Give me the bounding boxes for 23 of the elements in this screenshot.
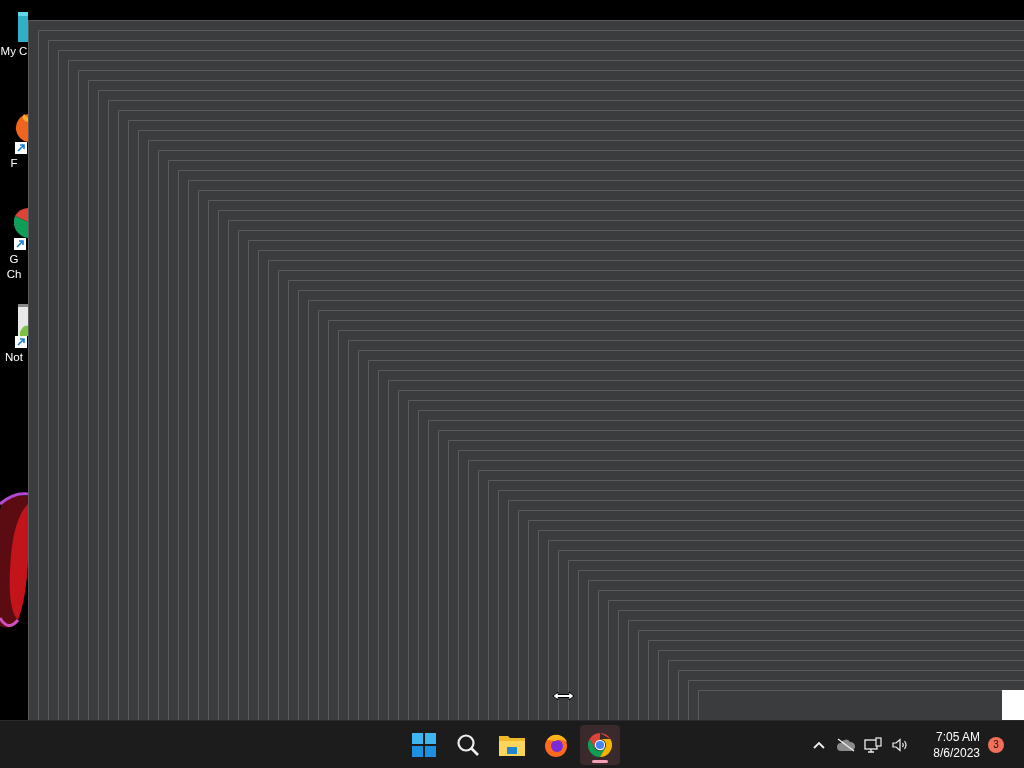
- notification-badge[interactable]: 3: [988, 736, 1004, 753]
- chevron-up-icon[interactable]: [812, 740, 825, 749]
- volume-icon[interactable]: [891, 737, 908, 752]
- chrome-shortcut-icon: [14, 206, 28, 250]
- folder-icon: [499, 733, 525, 756]
- desktop-icon-label[interactable]: My C: [0, 44, 28, 59]
- desktop-icon-label[interactable]: F: [10, 156, 18, 171]
- start-icon: [412, 732, 436, 757]
- notepad-shortcut-icon: [15, 304, 28, 348]
- taskbar-button[interactable]: [580, 724, 620, 765]
- clock-time: 7:05 AM: [935, 728, 980, 745]
- desktop-icon-label[interactable]: Ch: [6, 267, 22, 282]
- clock[interactable]: 7:05 AM 8/6/2023: [927, 728, 986, 761]
- desktop-icon-label[interactable]: Not: [5, 350, 23, 365]
- chrome-icon: [588, 732, 612, 757]
- cloud-off-icon[interactable]: [836, 737, 855, 752]
- search-icon: [456, 732, 480, 757]
- desktop-icon-label[interactable]: G: [9, 252, 19, 267]
- network-icon[interactable]: [863, 736, 882, 753]
- firefox-shortcut-icon: [15, 112, 28, 154]
- clock-date: 8/6/2023: [933, 744, 980, 761]
- resize-cursor-icon: [552, 691, 575, 701]
- computer-icon: [18, 12, 28, 42]
